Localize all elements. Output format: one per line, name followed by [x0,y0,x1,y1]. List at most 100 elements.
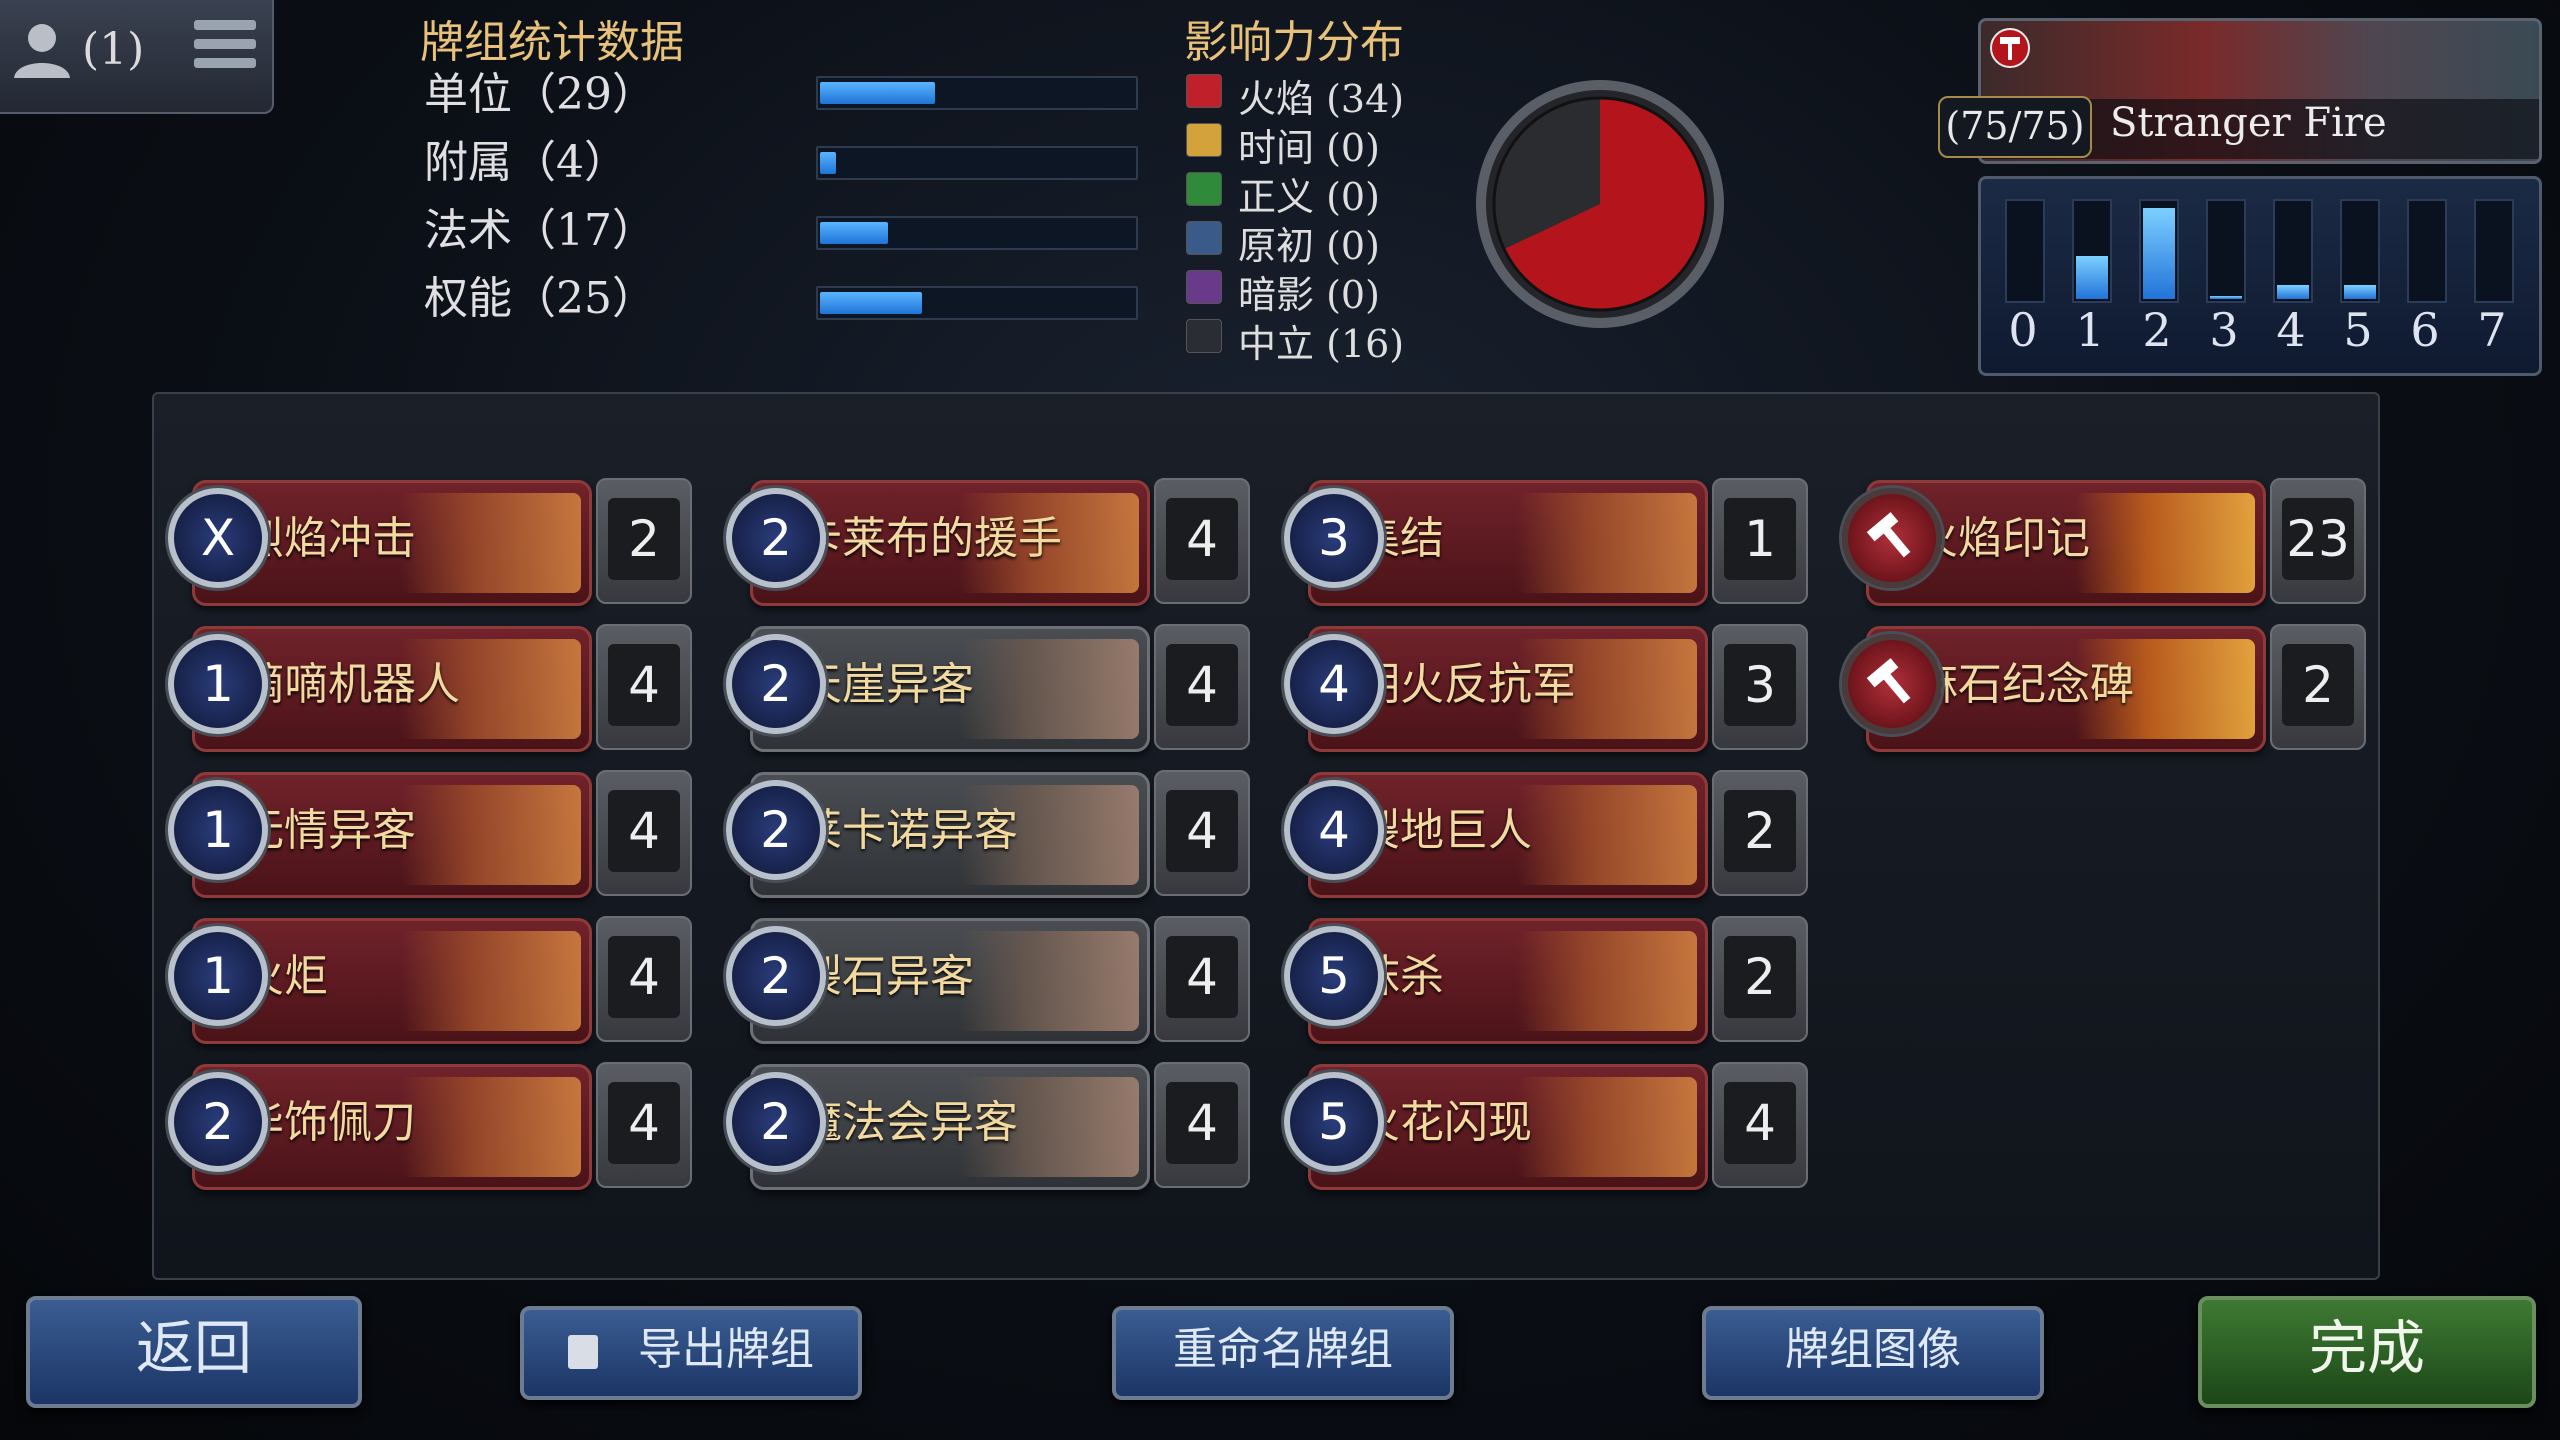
curve-bar-3 [2206,199,2246,303]
card-cost: 4 [1284,634,1384,734]
primal-icon [1186,221,1222,255]
curve-bar-0 [2005,199,2045,303]
card-cost: 1 [168,634,268,734]
card-row[interactable]: 火焰印记 23 [1842,472,2366,606]
card-row[interactable]: 嘀嘀机器人 1 4 [168,618,692,752]
done-button[interactable]: 完成 [2198,1296,2536,1408]
mana-curve: 01234567 [1978,176,2542,376]
card-quantity: 4 [596,770,692,896]
card-quantity: 2 [596,478,692,604]
stat-attachments-bar [816,146,1138,180]
neutral-icon [1186,319,1222,353]
card-name: 魔法会异客 [798,1097,1018,1148]
card-row[interactable]: 火炬 1 4 [168,910,692,1044]
curve-label-0: 0 [2008,303,2038,357]
card-quantity: 4 [1154,478,1250,604]
stat-powers-label: 权能（25） [424,273,656,324]
card-row[interactable]: 卡莱布的援手 2 4 [726,472,1250,606]
card-cost: 2 [168,1072,268,1172]
card-cost: 2 [726,488,826,588]
profile-panel: (1) [0,0,274,114]
curve-label-3: 3 [2209,303,2239,357]
card-art [401,1077,581,1177]
card-art [1517,1077,1697,1177]
curve-label-1: 1 [2075,303,2105,357]
time-icon [1186,123,1222,157]
card-row[interactable]: 麻石纪念碑 2 [1842,618,2366,752]
user-icon[interactable] [6,14,78,86]
curve-label-7: 7 [2477,303,2507,357]
card-name: 明火反抗军 [1356,659,1576,710]
card-quantity: 4 [1154,624,1250,750]
deck-image-button[interactable]: 牌组图像 [1702,1306,2044,1400]
card-row[interactable]: 华饰佩刀 2 4 [168,1056,692,1190]
card-name: 麻石纪念碑 [1914,659,2134,710]
deck-name: Stranger Fire [2110,100,2387,146]
card-quantity: 4 [596,624,692,750]
curve-bar-5 [2340,199,2380,303]
card-quantity: 4 [1154,770,1250,896]
card-cost: 5 [1284,926,1384,1026]
card-art [959,639,1139,739]
rename-deck-button[interactable]: 重命名牌组 [1112,1306,1454,1400]
curve-label-5: 5 [2343,303,2373,357]
card-art [959,931,1139,1031]
influence-title: 影响力分布 [1184,17,1404,68]
card-row[interactable]: 火花闪现 5 4 [1284,1056,1808,1190]
stat-spells-bar [816,216,1138,250]
card-row[interactable]: 裂石异客 2 4 [726,910,1250,1044]
fire-icon [1186,74,1222,108]
stat-units-bar [816,76,1138,110]
player-count: (1) [82,24,145,75]
card-cost: 2 [726,926,826,1026]
fire-sigil-icon [1842,634,1942,734]
card-quantity: 4 [596,916,692,1042]
menu-icon[interactable] [194,20,256,78]
card-row[interactable]: 无情异客 1 4 [168,764,692,898]
card-quantity: 2 [1712,916,1808,1042]
card-cost: 2 [726,634,826,734]
card-quantity: 4 [1154,1062,1250,1188]
curve-label-2: 2 [2142,303,2172,357]
card-cost: 3 [1284,488,1384,588]
card-art [401,931,581,1031]
card-name: 莱卡诺异客 [798,805,1018,856]
card-name: 卡莱布的援手 [798,513,1062,564]
card-quantity: 3 [1712,624,1808,750]
card-art [2075,493,2255,593]
card-name: 嘀嘀机器人 [240,659,460,710]
curve-bar-1 [2072,199,2112,303]
curve-bar-6 [2407,199,2447,303]
card-art [401,493,581,593]
curve-bar-4 [2273,199,2313,303]
card-row[interactable]: 魔法会异客 2 4 [726,1056,1250,1190]
card-quantity: 2 [2270,624,2366,750]
card-art [1517,493,1697,593]
card-cost: X [168,488,268,588]
stat-units-label: 单位（29） [424,69,656,120]
card-quantity: 4 [1154,916,1250,1042]
back-button[interactable]: 返回 [26,1296,362,1408]
card-row[interactable]: 裂地巨人 4 2 [1284,764,1808,898]
card-cost: 2 [726,1072,826,1172]
card-row[interactable]: 天崖异客 2 4 [726,618,1250,752]
card-cost: 4 [1284,780,1384,880]
curve-bar-2 [2139,199,2179,303]
card-art [401,785,581,885]
card-cost: 2 [726,780,826,880]
card-quantity: 4 [596,1062,692,1188]
card-quantity: 2 [1712,770,1808,896]
deck-card-count: (75/75) [1938,96,2092,158]
card-row[interactable]: 明火反抗军 4 3 [1284,618,1808,752]
card-row[interactable]: 抹杀 5 2 [1284,910,1808,1044]
export-deck-button[interactable]: 导出牌组 [520,1306,862,1400]
fire-sigil-icon [1842,488,1942,588]
card-quantity: 23 [2270,478,2366,604]
stat-powers-bar [816,286,1138,320]
hammer-icon [1990,28,2030,68]
card-row[interactable]: 集结 3 1 [1284,472,1808,606]
card-row[interactable]: 烈焰冲击 X 2 [168,472,692,606]
curve-label-4: 4 [2276,303,2306,357]
card-row[interactable]: 莱卡诺异客 2 4 [726,764,1250,898]
card-art [1517,931,1697,1031]
